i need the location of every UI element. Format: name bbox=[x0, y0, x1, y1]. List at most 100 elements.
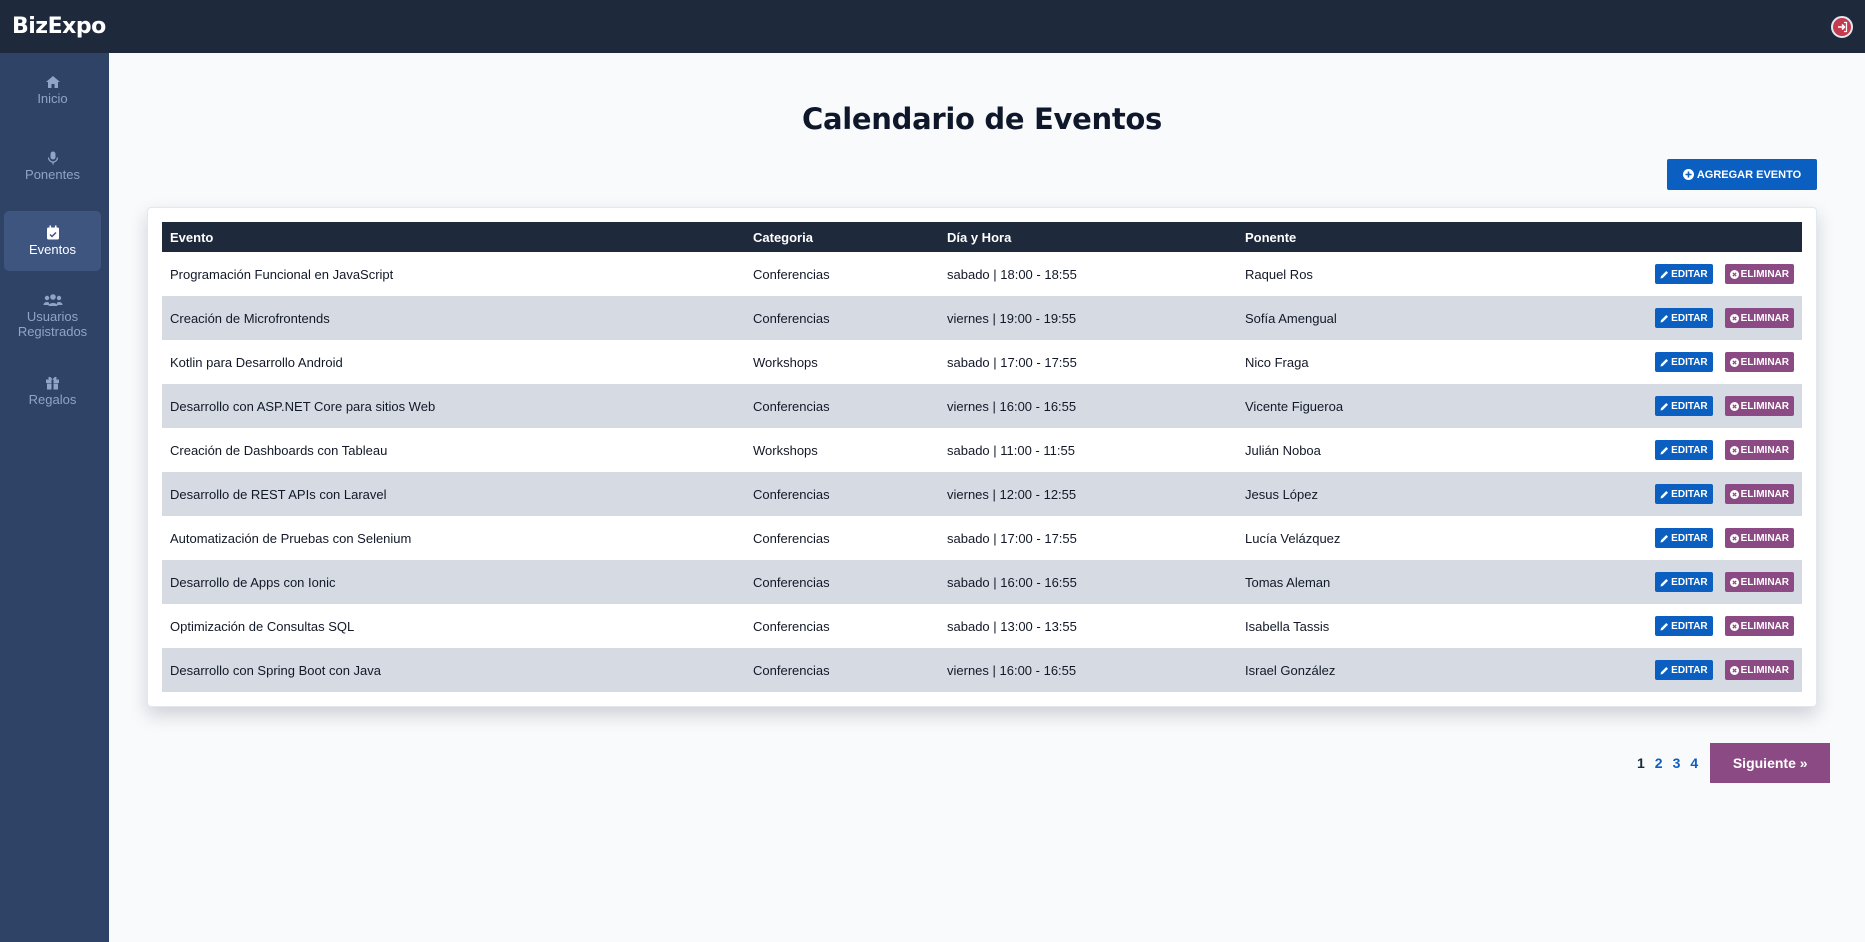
cell-evento: Desarrollo de Apps con Ionic bbox=[170, 574, 336, 590]
sidebar-item-label: Regalos bbox=[28, 392, 77, 407]
cell-actions: EDITAR ELIMINAR bbox=[1627, 604, 1802, 648]
cell-categoria: Workshops bbox=[753, 442, 818, 458]
cell-categoria: Conferencias bbox=[753, 398, 830, 414]
edit-button[interactable]: EDITAR bbox=[1655, 616, 1713, 636]
delete-button[interactable]: ELIMINAR bbox=[1724, 528, 1794, 548]
delete-label: ELIMINAR bbox=[1740, 664, 1789, 676]
column-header-dia-hora[interactable]: Día y Hora bbox=[939, 222, 1237, 252]
column-header-categoria[interactable]: Categoria bbox=[745, 222, 939, 252]
logout-icon[interactable] bbox=[1831, 15, 1853, 38]
pencil-icon bbox=[1660, 622, 1669, 630]
column-header-ponente[interactable]: Ponente bbox=[1237, 222, 1627, 252]
cell-dia-hora: viernes | 16:00 - 16:55 bbox=[947, 662, 1077, 678]
sidebar-item-ponentes[interactable]: Ponentes bbox=[4, 136, 101, 196]
edit-button[interactable]: EDITAR bbox=[1655, 484, 1713, 504]
x-circle-icon bbox=[1729, 489, 1739, 499]
cell-evento: Creación de Dashboards con Tableau bbox=[170, 442, 388, 458]
delete-button[interactable]: ELIMINAR bbox=[1724, 572, 1794, 592]
x-circle-icon bbox=[1729, 577, 1739, 587]
edit-button[interactable]: EDITAR bbox=[1655, 572, 1713, 592]
table-row: Desarrollo con Spring Boot con Java Confe… bbox=[162, 648, 1802, 692]
x-circle-icon bbox=[1729, 401, 1739, 411]
cell-actions: EDITAR ELIMINAR bbox=[1627, 252, 1802, 296]
gift-icon bbox=[46, 376, 59, 390]
cell-evento: Optimización de Consultas SQL bbox=[170, 618, 355, 634]
sidebar-item-usuarios-registrados[interactable]: Usuarios Registrados bbox=[4, 286, 101, 346]
edit-label: EDITAR bbox=[1671, 532, 1708, 544]
delete-button[interactable]: ELIMINAR bbox=[1724, 616, 1794, 636]
delete-label: ELIMINAR bbox=[1740, 400, 1789, 412]
x-circle-icon bbox=[1729, 313, 1739, 323]
users-icon bbox=[43, 294, 62, 306]
delete-button[interactable]: ELIMINAR bbox=[1724, 660, 1794, 680]
edit-label: EDITAR bbox=[1671, 312, 1708, 324]
table-row: Desarrollo con ASP.NET Core para sitios … bbox=[162, 384, 1802, 428]
pencil-icon bbox=[1660, 490, 1669, 498]
main-content: Calendario de Eventos AGREGAR EVENTO Eve… bbox=[109, 53, 1865, 942]
cell-evento: Automatización de Pruebas con Selenium bbox=[170, 530, 412, 546]
delete-label: ELIMINAR bbox=[1740, 532, 1789, 544]
add-event-button[interactable]: AGREGAR EVENTO bbox=[1667, 159, 1817, 190]
home-icon bbox=[45, 75, 60, 88]
page-link-2[interactable]: 2 bbox=[1653, 755, 1665, 771]
edit-button[interactable]: EDITAR bbox=[1655, 308, 1713, 328]
pencil-icon bbox=[1660, 578, 1669, 586]
edit-label: EDITAR bbox=[1671, 620, 1708, 632]
page-link-1[interactable]: 1 bbox=[1635, 755, 1647, 771]
delete-button[interactable]: ELIMINAR bbox=[1724, 308, 1794, 328]
edit-button[interactable]: EDITAR bbox=[1655, 660, 1713, 680]
cell-dia-hora: sabado | 18:00 - 18:55 bbox=[947, 266, 1077, 282]
events-table: Evento Categoria Día y Hora Ponente Prog… bbox=[162, 222, 1802, 692]
cell-actions: EDITAR ELIMINAR bbox=[1627, 472, 1802, 516]
cell-evento: Desarrollo de REST APIs con Laravel bbox=[170, 486, 387, 502]
delete-button[interactable]: ELIMINAR bbox=[1724, 440, 1794, 460]
pencil-icon bbox=[1660, 666, 1669, 674]
next-page-button[interactable]: Siguiente » bbox=[1710, 743, 1831, 783]
cell-categoria: Conferencias bbox=[753, 574, 830, 590]
page-link-3[interactable]: 3 bbox=[1671, 755, 1683, 771]
table-row: Desarrollo de Apps con Ionic Conferencias… bbox=[162, 560, 1802, 604]
cell-evento: Desarrollo con Spring Boot con Java bbox=[170, 662, 382, 678]
table-row: Creación de Dashboards con Tableau Worksh… bbox=[162, 428, 1802, 472]
sidebar-item-inicio[interactable]: Inicio bbox=[4, 60, 101, 120]
cell-actions: EDITAR ELIMINAR bbox=[1627, 384, 1802, 428]
edit-button[interactable]: EDITAR bbox=[1655, 396, 1713, 416]
table-row: Creación de Microfrontends Conferencias vi… bbox=[162, 296, 1802, 340]
sidebar-item-eventos[interactable]: Eventos bbox=[4, 211, 101, 271]
cell-categoria: Conferencias bbox=[753, 662, 830, 678]
table-row: Kotlin para Desarrollo Android Workshops s… bbox=[162, 340, 1802, 384]
sidebar-item-regalos[interactable]: Regalos bbox=[4, 361, 101, 421]
edit-button[interactable]: EDITAR bbox=[1655, 352, 1713, 372]
cell-categoria: Conferencias bbox=[753, 310, 830, 326]
x-circle-icon bbox=[1729, 269, 1739, 279]
delete-button[interactable]: ELIMINAR bbox=[1724, 352, 1794, 372]
cell-categoria: Conferencias bbox=[753, 618, 830, 634]
page-link-4[interactable]: 4 bbox=[1688, 755, 1700, 771]
cell-actions: EDITAR ELIMINAR bbox=[1627, 560, 1802, 604]
page-title: Calendario de Eventos bbox=[802, 102, 1162, 136]
brand-logo[interactable]: BizExpo bbox=[12, 14, 106, 39]
delete-label: ELIMINAR bbox=[1740, 488, 1789, 500]
edit-button[interactable]: EDITAR bbox=[1655, 440, 1713, 460]
edit-button[interactable]: EDITAR bbox=[1655, 528, 1713, 548]
cell-actions: EDITAR ELIMINAR bbox=[1627, 428, 1802, 472]
column-header-evento[interactable]: Evento bbox=[162, 222, 745, 252]
cell-ponente: Julián Noboa bbox=[1245, 442, 1321, 458]
cell-categoria: Conferencias bbox=[753, 530, 830, 546]
edit-button[interactable]: EDITAR bbox=[1655, 264, 1713, 284]
delete-button[interactable]: ELIMINAR bbox=[1724, 264, 1794, 284]
cell-evento: Programación Funcional en JavaScript bbox=[170, 266, 394, 282]
sidebar-item-label: Ponentes bbox=[25, 166, 80, 182]
edit-label: EDITAR bbox=[1671, 400, 1708, 412]
cell-ponente: Jesus López bbox=[1245, 486, 1318, 502]
calendar-icon bbox=[46, 225, 59, 240]
pencil-icon bbox=[1660, 358, 1669, 366]
delete-button[interactable]: ELIMINAR bbox=[1724, 396, 1794, 416]
cell-dia-hora: sabado | 11:00 - 11:55 bbox=[947, 442, 1075, 458]
sidebar-item-label: Inicio bbox=[37, 90, 68, 106]
delete-button[interactable]: ELIMINAR bbox=[1724, 484, 1794, 504]
pencil-icon bbox=[1660, 314, 1669, 322]
cell-dia-hora: sabado | 13:00 - 13:55 bbox=[947, 618, 1077, 634]
edit-label: EDITAR bbox=[1671, 576, 1708, 588]
cell-dia-hora: viernes | 16:00 - 16:55 bbox=[947, 398, 1077, 414]
